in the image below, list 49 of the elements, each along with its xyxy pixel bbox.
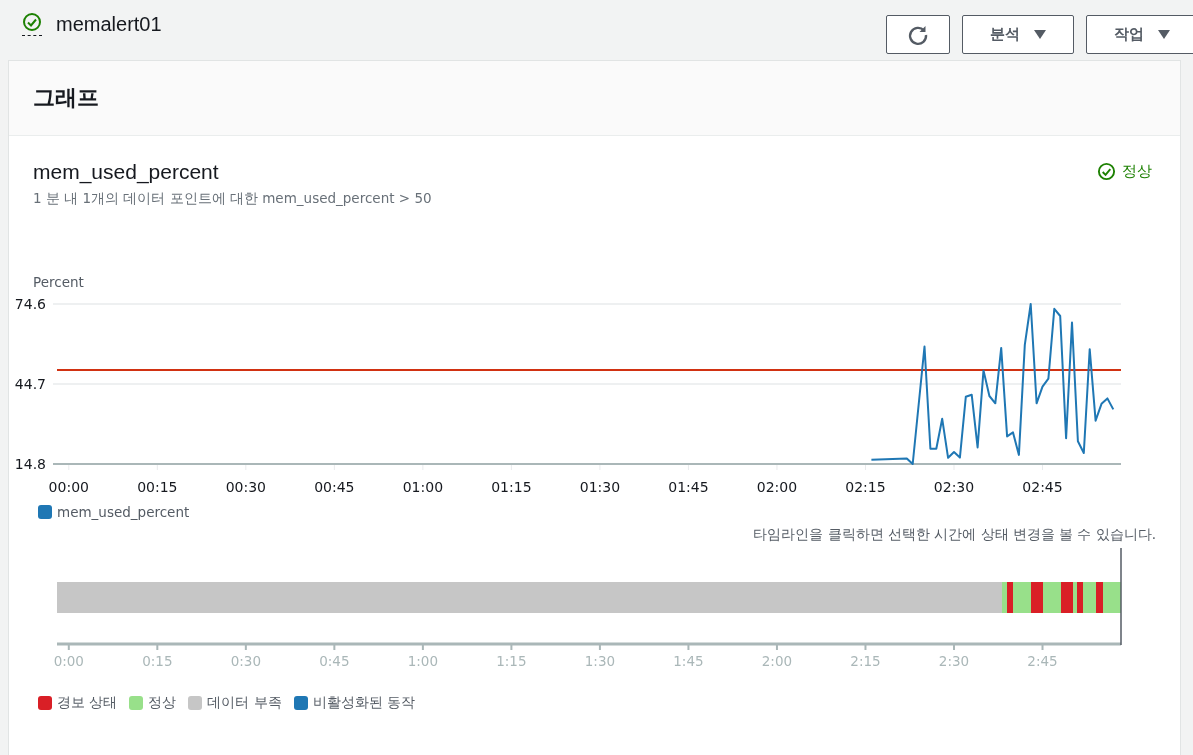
caret-icon	[1034, 30, 1046, 39]
legend-label: 경보 상태	[57, 694, 118, 712]
metric-name: mem_used_percent	[33, 160, 220, 184]
timeline-tick-label: 0:00	[53, 653, 84, 666]
x-tick-label: 02:30	[933, 479, 975, 495]
dropdown-button[interactable]: 분석	[962, 15, 1074, 54]
refresh-icon	[907, 23, 929, 46]
timeline-tick-label: 0:45	[319, 653, 350, 666]
x-tick-label: 01:45	[668, 479, 709, 495]
check-circle-icon	[1097, 162, 1116, 181]
status-icon[interactable]	[22, 12, 42, 36]
timeline-tick-label: 1:30	[584, 653, 616, 666]
x-tick-label: 02:00	[756, 479, 798, 495]
timeline-tick-label: 0:30	[230, 653, 261, 666]
timeline-tick-label: 2:15	[850, 653, 881, 666]
legend-label: 비활성화된 동작	[312, 694, 415, 712]
alarm-condition: 1 분 내 1개의 데이터 포인트에 대한 mem_used_percent > 50	[33, 190, 432, 208]
y-axis-label: Percent	[33, 274, 85, 290]
check-circle-icon	[22, 12, 42, 32]
x-tick-label: 00:45	[314, 479, 355, 495]
timeline-hint: 타임라인을 클릭하면 선택한 시간에 상태 변경을 볼 수 있습니다.	[752, 526, 1156, 544]
legend-label: 정상	[148, 694, 177, 712]
alarm-title: memalert01	[56, 12, 162, 36]
timeline-tick-label: 2:00	[761, 653, 793, 666]
caret-icon	[1158, 30, 1170, 39]
timeline-tick-label: 1:15	[496, 653, 527, 666]
timeline-tick-label: 1:00	[407, 653, 439, 666]
y-tick-label: 44.7	[14, 376, 46, 392]
x-tick-label: 00:15	[137, 479, 178, 495]
x-tick-label: 02:45	[1022, 479, 1063, 495]
timeline-tick-label: 2:45	[1027, 653, 1058, 666]
y-tick-label: 74.6	[14, 296, 46, 312]
refresh-button[interactable]	[886, 15, 950, 54]
timeline-tick-label: 2:30	[938, 653, 970, 666]
timeline-tick-label: 0:15	[142, 653, 173, 666]
legend-label: mem_used_percent	[57, 504, 190, 520]
panel-title: 그래프	[33, 84, 99, 112]
x-tick-label: 02:15	[845, 479, 886, 495]
legend-swatch	[38, 505, 52, 519]
alarm-state: 정상	[1122, 162, 1152, 181]
x-tick-label: 01:15	[491, 479, 532, 495]
x-tick-label: 01:00	[402, 479, 444, 495]
legend-label: 데이터 부족	[207, 694, 282, 712]
x-tick-label: 01:30	[579, 479, 621, 495]
y-tick-label: 14.8	[14, 456, 46, 472]
x-tick-label: 00:30	[225, 479, 266, 495]
dropdown-button[interactable]: 작업	[1086, 15, 1193, 54]
x-tick-label: 00:00	[48, 479, 89, 495]
timeline-tick-label: 1:45	[673, 653, 704, 666]
